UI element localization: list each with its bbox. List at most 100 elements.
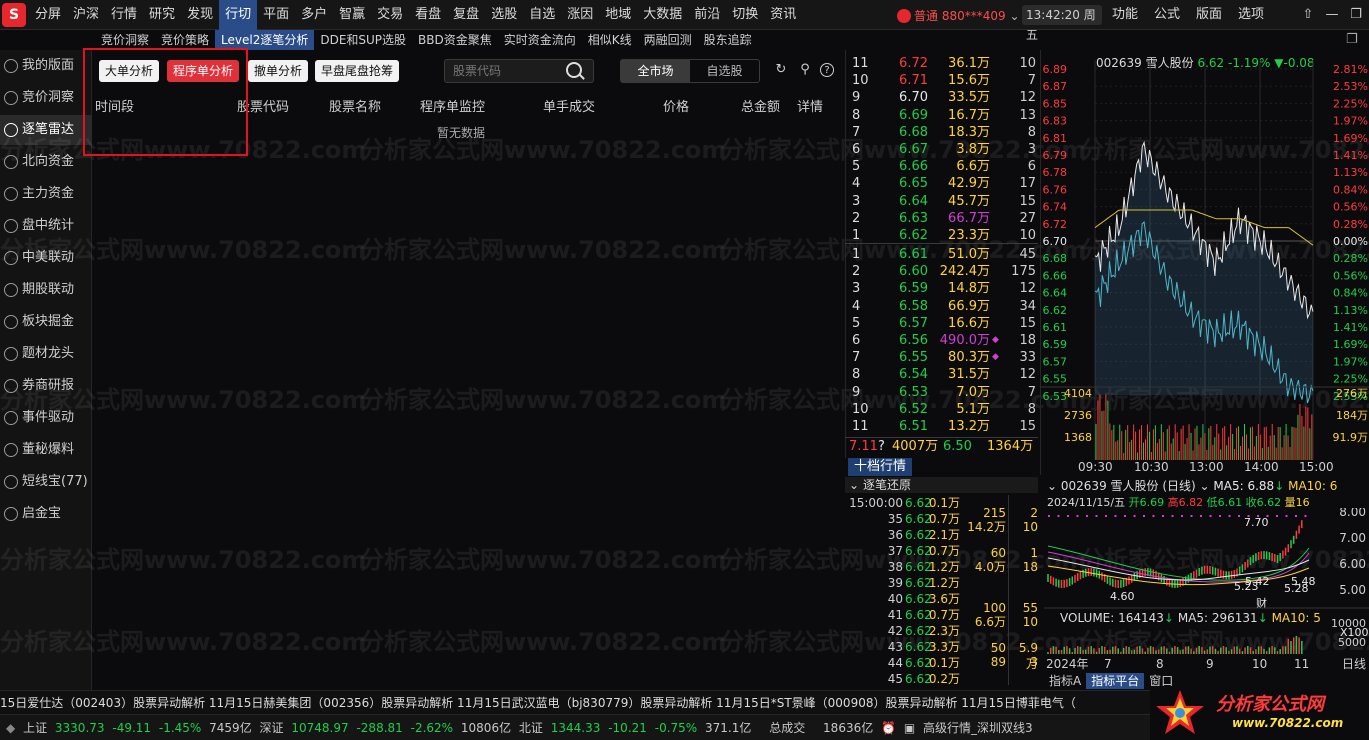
early-late-button[interactable]: 早盘尾盘抢筹 [315,60,400,82]
sub-tab[interactable]: BBD资金聚焦 [412,30,498,50]
menu-item[interactable]: 资讯 [764,0,802,30]
order-book-row[interactable]: 11 6.72 36.1万 10 [846,55,1039,72]
tab-ten-level[interactable]: 十档行情 [848,458,912,476]
filter-icon[interactable]: ⚲ [798,63,812,77]
sub-tab[interactable]: DDE和SUP选股 [314,30,412,50]
order-book-row[interactable]: 9 6.70 33.5万 12 [846,89,1039,106]
tick-replay-header[interactable]: 逐笔还原 ⌄ [845,477,1038,493]
right-menu-item[interactable]: 选项 [1230,0,1272,30]
menu-item[interactable]: 前沿 [688,0,726,30]
alert-icon[interactable]: ◆ [6,721,15,735]
sidebar-item[interactable]: 竞价洞察 [0,83,92,113]
refresh-icon[interactable]: ↻ [774,63,788,77]
scope-all-market[interactable]: 全市场 [621,60,690,82]
menu-item[interactable]: 选股 [485,0,523,30]
menu-item[interactable]: 涨因 [561,0,599,30]
tick-row[interactable]: 42 6.62 2.3万 [845,623,960,639]
menu-item[interactable]: 行情 [105,0,143,30]
sidebar-item[interactable]: 启金宝 [0,499,92,529]
panel-restore-icon[interactable]: ❐ [1346,32,1358,47]
chevron-down-icon[interactable]: ⌄ [1200,479,1210,493]
daily-k-chart[interactable]: 8.007.006.005.007.704.605.235.42 5.485.28… [1044,508,1369,674]
order-book-row[interactable]: 5 6.66 6.6万 6 [846,158,1039,175]
chevron-down-icon[interactable]: ⌄ [1047,479,1057,493]
menu-item[interactable]: 行切 [219,0,258,30]
tick-row[interactable]: 41 6.62 0.7万 [845,607,960,623]
tab-indicator-a[interactable]: 指标A [1044,673,1086,689]
menu-item[interactable]: 切换 [726,0,764,30]
menu-item[interactable]: 复盘 [447,0,485,30]
maximize-icon[interactable]: ❐ [1344,0,1368,30]
sidebar-item[interactable]: 题材龙头 [0,339,92,369]
right-menu-item[interactable]: 功能 [1104,0,1146,30]
order-book-row[interactable]: 10 6.52 5.1万 8 [846,401,1039,418]
order-book-row[interactable]: 11 6.51 13.2万 15 [846,418,1039,435]
order-book-row[interactable]: 4 6.58 66.9万 34 [846,298,1039,315]
menu-item[interactable]: 看盘 [409,0,447,30]
sub-tab[interactable]: Level2逐笔分析 [215,30,315,50]
menu-item[interactable]: 大数据 [637,0,688,30]
sidebar-item[interactable]: 板块掘金 [0,307,92,337]
menu-item[interactable]: 多户 [295,0,333,30]
col-detail[interactable]: 详情 [797,96,823,115]
share-icon[interactable]: ⇧ [1296,0,1320,30]
tick-row[interactable]: 45 6.62 0.2万 [845,671,960,687]
quote-server-icon[interactable]: ▣ [904,721,915,735]
sub-tab[interactable]: 相似K线 [582,30,638,50]
sub-tab[interactable]: 股东追踪 [698,30,758,50]
order-book-row[interactable]: 3 6.59 14.8万 12 [846,280,1039,297]
order-book-row[interactable]: 6 6.67 3.8万 3 [846,141,1039,158]
sidebar-item[interactable]: 我的版面 [0,51,92,81]
menu-item[interactable]: 平面 [257,0,295,30]
sidebar-item[interactable]: 主力资金 [0,179,92,209]
scope-watchlist[interactable]: 自选股 [690,60,759,82]
search-icon[interactable] [566,62,582,78]
col-single-lot[interactable]: 单手成交 [543,96,595,115]
sub-tab[interactable]: 竞价洞察 [95,30,155,50]
order-book-row[interactable]: 8 6.69 16.7万 13 [846,107,1039,124]
tick-row[interactable]: 35 6.62 0.7万 [845,511,960,527]
menu-item[interactable]: 交易 [371,0,409,30]
chevron-down-icon[interactable]: ⌄ [1009,9,1019,23]
order-book-row[interactable]: 9 6.53 7.0万 7 [846,384,1039,401]
alarm-clock-icon[interactable]: ⏰ [881,721,896,735]
order-book-row[interactable]: 4 6.65 42.9万 17 [846,175,1039,192]
tab-indicator-platform[interactable]: 指标平台 [1086,673,1145,689]
tick-row[interactable]: 39 6.62 1.2万 [845,575,960,591]
minimize-icon[interactable]: — [1320,0,1344,30]
menu-item[interactable]: 分屏 [29,0,67,30]
menu-item[interactable]: 地域 [599,0,637,30]
col-name[interactable]: 股票名称 [329,96,381,115]
menu-item[interactable]: 发现 [181,0,219,30]
menu-item[interactable]: 自选 [523,0,561,30]
order-book-row[interactable]: 5 6.57 16.6万 15 [846,315,1039,332]
sidebar-item[interactable]: 董秘爆料 [0,435,92,465]
order-book-row[interactable]: 7 6.68 18.3万 8 [846,124,1039,141]
right-menu-item[interactable]: 公式 [1146,0,1188,30]
order-book-row[interactable]: 2 6.60 242.4万 175 [846,263,1039,280]
order-book-row[interactable]: 1 6.62 23.3万 10 [846,227,1039,244]
tick-row[interactable]: 44 6.62 0.1万 [845,655,960,671]
sub-tab[interactable]: 两融回测 [638,30,698,50]
order-book-row[interactable]: 8 6.54 31.5万 12 [846,366,1039,383]
sidebar-item[interactable]: 短线宝(77) [0,467,92,497]
app-logo[interactable]: S [2,3,26,27]
tick-row[interactable]: 38 6.62 1.2万 [845,559,960,575]
order-book-row[interactable]: 7 6.55 80.3万 ◆ 33 [846,349,1039,366]
tick-row[interactable]: 36 6.62 2.1万 [845,527,960,543]
sub-tab[interactable]: 实时资金流向 [498,30,582,50]
tick-row[interactable]: 40 6.62 3.6万 [845,591,960,607]
col-price[interactable]: 价格 [663,96,689,115]
menu-item[interactable]: 沪深 [67,0,105,30]
tick-row[interactable]: 43 6.62 3.3万 [845,639,960,655]
menu-item[interactable]: 智赢 [333,0,371,30]
account-status[interactable]: 普通 880***409 ⌄ [897,7,1020,24]
sub-tab[interactable]: 竞价策略 [155,30,215,50]
sidebar-item[interactable]: 期股联动 [0,275,92,305]
tick-row[interactable]: 37 6.62 0.7万 [845,543,960,559]
help-icon[interactable]: ? [820,63,834,77]
order-book-row[interactable]: 1 6.61 51.0万 45 [846,246,1039,263]
order-book-row[interactable]: 10 6.71 15.6万 7 [846,72,1039,89]
col-amount[interactable]: 总金额 [741,96,780,115]
right-menu-item[interactable]: 版面 [1188,0,1230,30]
